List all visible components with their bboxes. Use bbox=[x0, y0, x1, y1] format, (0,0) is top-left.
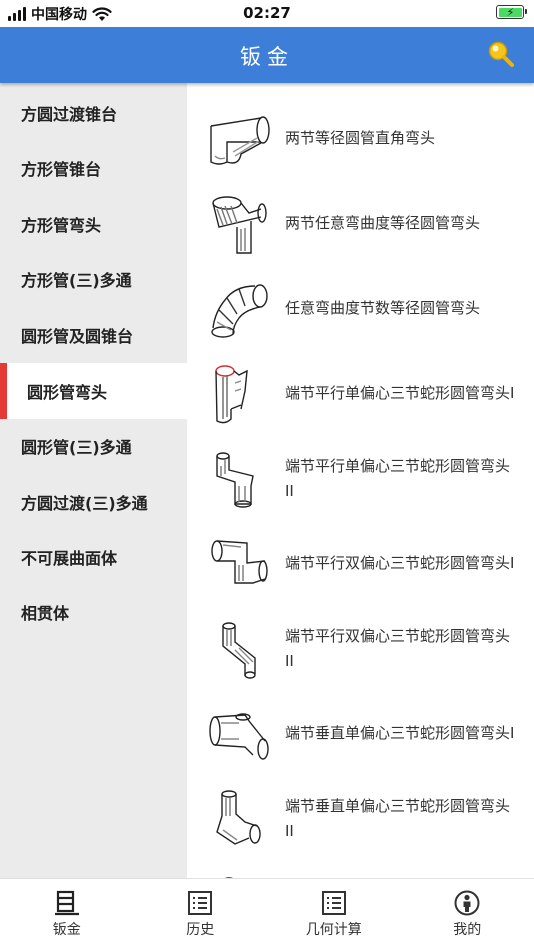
battery-icon: ⚡ bbox=[496, 5, 527, 19]
sidebar-item[interactable]: 方圆过渡(三)多通 bbox=[0, 474, 187, 530]
list-item-label: 端节平行单偏心三节蛇形圆管弯头II bbox=[285, 456, 511, 500]
snake-pipe-icon bbox=[209, 713, 269, 760]
tab-history[interactable]: 历史 bbox=[134, 879, 268, 950]
profile-icon bbox=[454, 890, 480, 916]
list-item-label: 端节平行单偏心三节蛇形圆管弯头I bbox=[285, 384, 515, 402]
list-item[interactable]: 端节垂直单偏心三节蛇形圆管弯头I bbox=[187, 691, 534, 776]
list-item-label: 两节等径圆管直角弯头 bbox=[285, 129, 436, 147]
multi-segment-elbow-icon bbox=[211, 284, 268, 338]
sidebar-item-label: 方形管(三)多通 bbox=[21, 271, 132, 290]
sheet-metal-icon bbox=[54, 890, 79, 916]
status-bar: 中国移动 02:27 ⚡ bbox=[0, 0, 534, 27]
page-title: 钣金 bbox=[240, 45, 294, 69]
sidebar-item-label: 方形管锥台 bbox=[21, 160, 102, 179]
snake-pipe-icon bbox=[216, 452, 254, 508]
tab-sheet-metal[interactable]: 钣金 bbox=[0, 879, 134, 950]
snake-pipe-icon bbox=[215, 365, 248, 424]
sidebar-item[interactable]: 方形管(三)多通 bbox=[0, 251, 187, 307]
sidebar-item[interactable]: 圆形管(三)多通 bbox=[0, 418, 187, 474]
list-item[interactable]: 任意弯曲度节数等径圆管弯头 bbox=[187, 266, 534, 351]
two-segment-elbow-icon bbox=[210, 116, 270, 165]
sidebar-item-selected[interactable]: 圆形管弯头 bbox=[0, 363, 187, 419]
list-item-partial[interactable] bbox=[187, 861, 534, 878]
sidebar-item-label: 圆形管(三)多通 bbox=[21, 438, 132, 457]
tab-geometry[interactable]: 几何计算 bbox=[267, 879, 401, 950]
list-item[interactable]: 端节垂直单偏心三节蛇形圆管弯头II bbox=[187, 776, 534, 861]
snake-pipe-icon bbox=[216, 790, 261, 845]
list-item[interactable]: 端节平行单偏心三节蛇形圆管弯头I bbox=[187, 351, 534, 436]
tab-bar: 钣金 历史 几何计算 我的 bbox=[0, 878, 534, 950]
sidebar-item[interactable]: 相贯体 bbox=[0, 584, 187, 640]
sidebar-item-label: 方形管弯头 bbox=[21, 216, 102, 235]
sidebar-item-label: 圆形管及圆锥台 bbox=[21, 327, 134, 346]
list-item[interactable]: 端节平行双偏心三节蛇形圆管弯头II bbox=[187, 606, 534, 691]
list-item[interactable]: 两节等径圆管直角弯头 bbox=[187, 96, 534, 181]
sidebar-item[interactable]: 方形管弯头 bbox=[0, 196, 187, 252]
active-marker bbox=[0, 363, 7, 419]
list-item-label: 端节垂直单偏心三节蛇形圆管弯头I bbox=[285, 724, 515, 742]
sidebar-item[interactable]: 方形管锥台 bbox=[0, 140, 187, 196]
geometry-list-icon bbox=[321, 891, 346, 915]
sidebar-item-label: 方圆过渡(三)多通 bbox=[21, 494, 148, 513]
nav-bar: 钣金 bbox=[0, 27, 534, 83]
list-item-label: 任意弯曲度节数等径圆管弯头 bbox=[285, 299, 481, 317]
sidebar-item-label: 圆形管弯头 bbox=[27, 383, 108, 402]
list-item-label: 端节平行双偏心三节蛇形圆管弯头II bbox=[285, 626, 511, 670]
sidebar-item[interactable]: 圆形管及圆锥台 bbox=[0, 307, 187, 363]
angled-elbow-icon bbox=[212, 196, 267, 254]
sidebar-item-label: 方圆过渡锥台 bbox=[21, 105, 118, 124]
sidebar-item-label: 相贯体 bbox=[21, 604, 70, 623]
list-item[interactable]: 端节平行单偏心三节蛇形圆管弯头II bbox=[187, 436, 534, 521]
list-item-label: 端节平行双偏心三节蛇形圆管弯头I bbox=[285, 554, 515, 572]
sidebar-item[interactable]: 不可展曲面体 bbox=[0, 529, 187, 585]
list-item[interactable]: 端节平行双偏心三节蛇形圆管弯头I bbox=[187, 521, 534, 606]
status-time: 02:27 bbox=[243, 4, 291, 22]
snake-pipe-icon bbox=[225, 877, 233, 878]
category-sidebar: 方圆过渡锥台 方形管锥台 方形管弯头 方形管(三)多通 圆形管及圆锥台 圆形管弯… bbox=[0, 83, 187, 878]
history-list-icon bbox=[188, 891, 213, 915]
snake-pipe-icon bbox=[222, 622, 256, 679]
tab-label: 我的 bbox=[453, 922, 482, 938]
tab-profile[interactable]: 我的 bbox=[401, 879, 534, 950]
search-icon[interactable] bbox=[486, 39, 516, 69]
snake-pipe-icon bbox=[211, 540, 268, 584]
sidebar-item-label: 不可展曲面体 bbox=[21, 549, 118, 568]
list-item[interactable]: 两节任意弯曲度等径圆管弯头 bbox=[187, 181, 534, 266]
elbow-list: 两节等径圆管直角弯头 两节任意弯曲度等径圆管弯头 任意弯曲度节数等径圆管弯头 端… bbox=[187, 83, 534, 878]
tab-label: 历史 bbox=[186, 922, 215, 938]
list-item-label: 两节任意弯曲度等径圆管弯头 bbox=[285, 214, 481, 232]
tab-label: 几何计算 bbox=[305, 922, 362, 938]
sidebar-item[interactable]: 方圆过渡锥台 bbox=[0, 85, 187, 141]
tab-label: 钣金 bbox=[52, 922, 81, 938]
list-item-label: 端节垂直单偏心三节蛇形圆管弯头II bbox=[285, 796, 511, 840]
